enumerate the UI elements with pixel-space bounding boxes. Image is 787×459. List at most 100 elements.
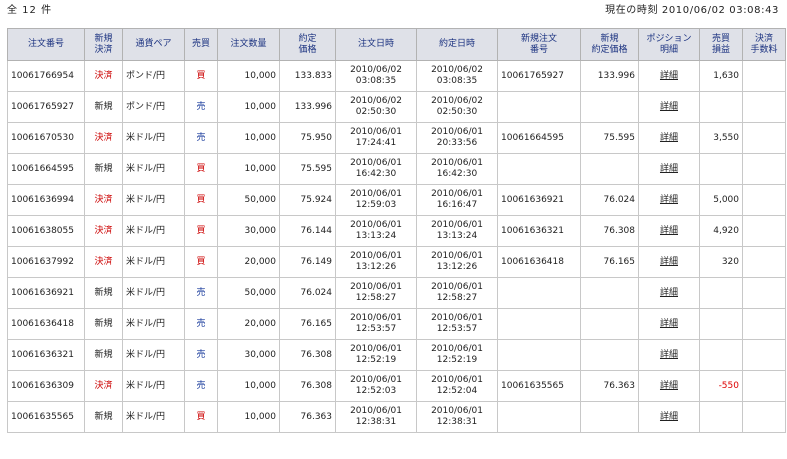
qty-cell: 30,000 (217, 339, 280, 371)
order-date: 2010/06/02 (350, 96, 402, 106)
type-cell: 決済 (84, 370, 123, 402)
price-cell: 75.595 (279, 153, 336, 185)
position-detail-link[interactable]: 詳細 (660, 102, 678, 112)
price-cell: 76.144 (279, 215, 336, 247)
price-cell: 75.924 (279, 184, 336, 216)
col-fee: 決済 手数料 (742, 28, 786, 61)
new-price-cell: 75.595 (580, 122, 639, 154)
position-detail-link[interactable]: 詳細 (660, 71, 678, 81)
side-cell: 売 (184, 122, 218, 154)
position-detail-link[interactable]: 詳細 (660, 412, 678, 422)
table-row: 10061635565 新規 米ドル/円買 10,000 76.363 2010/06/0… (7, 401, 786, 433)
fee-cell (742, 308, 786, 340)
order-no-cell: 10061670530 (7, 122, 85, 154)
order-date: 2010/06/01 (350, 220, 402, 230)
table-row: 10061636309 決済 米ドル/円売 10,000 76.308 2010/06/0… (7, 370, 786, 402)
detail-cell[interactable]: 詳細 (638, 277, 700, 309)
detail-cell[interactable]: 詳細 (638, 184, 700, 216)
side-cell: 売 (184, 91, 218, 123)
new-price-cell (580, 308, 639, 340)
currency-pair: 米ドル/円 (126, 194, 166, 205)
position-detail-link[interactable]: 詳細 (660, 381, 678, 391)
new-order-no-cell: 10061636418 (497, 246, 581, 278)
price-cell: 76.149 (279, 246, 336, 278)
order-time: 16:42:30 (355, 169, 397, 179)
exec-time-cell: 2010/06/01 12:52:19 (416, 339, 498, 371)
col-new-order-no: 新規注文 番号 (497, 28, 581, 61)
exec-price: 76.144 (300, 225, 333, 236)
col-new-settle: 新規 決済 (84, 28, 123, 61)
pnl-value: 4,920 (713, 225, 739, 236)
exec-price: 75.950 (300, 132, 333, 143)
fee-cell (742, 184, 786, 216)
order-date: 2010/06/01 (350, 189, 402, 199)
type-cell: 新規 (84, 401, 123, 433)
summary-bar: 全 12 件 現在の時刻 2010/06/02 03:08:43 (0, 0, 787, 24)
position-detail-link[interactable]: 詳細 (660, 226, 678, 236)
order-time-cell: 2010/06/01 13:12:26 (335, 246, 417, 278)
pnl-value: 1,630 (713, 70, 739, 81)
exec-time: 20:33:56 (436, 138, 478, 148)
side-cell: 売 (184, 308, 218, 340)
exec-date: 2010/06/01 (431, 251, 483, 261)
table-row: 10061638055 決済 米ドル/円買 30,000 76.144 2010/06/0… (7, 215, 786, 247)
position-detail-link[interactable]: 詳細 (660, 195, 678, 205)
side-badge: 買 (196, 70, 206, 81)
exec-time-cell: 2010/06/02 02:50:30 (416, 91, 498, 123)
new-order-no-cell: 10061636321 (497, 215, 581, 247)
new-order-no-cell: 10061635565 (497, 370, 581, 402)
exec-time-cell: 2010/06/02 03:08:35 (416, 60, 498, 92)
order-no: 10061637992 (11, 256, 74, 267)
exec-time: 16:16:47 (436, 200, 478, 210)
new-price-cell: 133.996 (580, 60, 639, 92)
pnl-cell: 4,920 (699, 215, 743, 247)
position-detail-link[interactable]: 詳細 (660, 288, 678, 298)
table-row: 10061664595 新規 米ドル/円買 10,000 75.595 2010/06/0… (7, 153, 786, 185)
detail-cell[interactable]: 詳細 (638, 91, 700, 123)
order-time-cell: 2010/06/01 12:38:31 (335, 401, 417, 433)
order-no: 10061636321 (11, 349, 74, 360)
type-cell: 新規 (84, 308, 123, 340)
order-time-cell: 2010/06/01 13:13:24 (335, 215, 417, 247)
exec-time: 03:08:35 (436, 76, 478, 86)
detail-cell[interactable]: 詳細 (638, 122, 700, 154)
new-price-cell: 76.308 (580, 215, 639, 247)
order-date: 2010/06/01 (350, 282, 402, 292)
position-detail-link[interactable]: 詳細 (660, 319, 678, 329)
qty-cell: 10,000 (217, 370, 280, 402)
exec-time: 13:12:26 (436, 262, 478, 272)
detail-cell[interactable]: 詳細 (638, 246, 700, 278)
detail-cell[interactable]: 詳細 (638, 60, 700, 92)
order-no-cell: 10061765927 (7, 91, 85, 123)
order-type: 決済 (94, 256, 113, 267)
order-time-cell: 2010/06/01 12:53:57 (335, 308, 417, 340)
table-row: 10061670530 決済 米ドル/円売 10,000 75.950 2010/06/0… (7, 122, 786, 154)
detail-cell[interactable]: 詳細 (638, 370, 700, 402)
exec-price: 76.165 (300, 318, 333, 329)
fee-cell (742, 277, 786, 309)
order-time-cell: 2010/06/01 12:52:19 (335, 339, 417, 371)
new-order-no-cell (497, 91, 581, 123)
exec-price: 76.308 (300, 380, 333, 391)
new-price-cell (580, 339, 639, 371)
detail-cell[interactable]: 詳細 (638, 153, 700, 185)
position-detail-link[interactable]: 詳細 (660, 350, 678, 360)
currency-pair: ポンド/円 (126, 70, 166, 81)
new-order-no-cell (497, 277, 581, 309)
exec-time-cell: 2010/06/01 12:53:57 (416, 308, 498, 340)
qty-cell: 30,000 (217, 215, 280, 247)
detail-cell[interactable]: 詳細 (638, 401, 700, 433)
table-row: 10061765927 新規 ポンド/円売 10,000 133.996 2010/06/… (7, 91, 786, 123)
detail-cell[interactable]: 詳細 (638, 339, 700, 371)
detail-cell[interactable]: 詳細 (638, 308, 700, 340)
position-detail-link[interactable]: 詳細 (660, 257, 678, 267)
order-no: 10061636309 (11, 380, 74, 391)
exec-date: 2010/06/01 (431, 127, 483, 137)
position-detail-link[interactable]: 詳細 (660, 133, 678, 143)
exec-time: 12:52:19 (436, 355, 478, 365)
new-order-no: 10061664595 (501, 132, 564, 143)
order-no: 10061636921 (11, 287, 74, 298)
position-detail-link[interactable]: 詳細 (660, 164, 678, 174)
detail-cell[interactable]: 詳細 (638, 215, 700, 247)
side-cell: 売 (184, 370, 218, 402)
